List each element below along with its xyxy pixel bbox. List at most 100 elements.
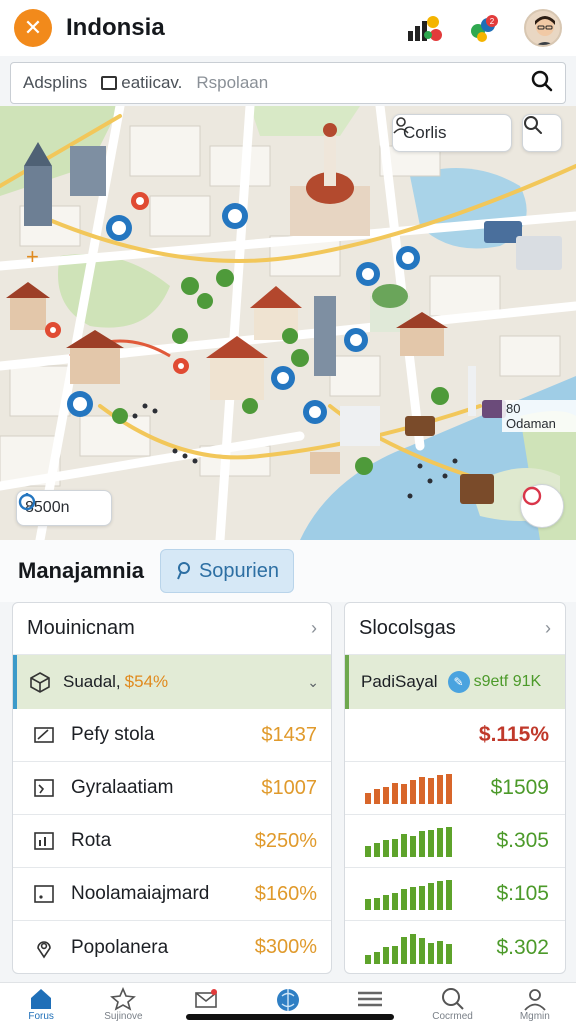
- sparkline-bar: [383, 895, 389, 910]
- nav-explore[interactable]: [258, 987, 318, 1013]
- list-item[interactable]: Noolamaiajmard $160%: [13, 868, 331, 921]
- search-input[interactable]: Rspolaan: [196, 73, 268, 93]
- map-pin-7[interactable]: [271, 366, 295, 390]
- sparkline-bar: [446, 880, 452, 910]
- sparkline-bar: [365, 846, 371, 857]
- stats-row-value: $1509: [490, 776, 549, 799]
- list-item[interactable]: Gyralaatiam $1007: [13, 762, 331, 815]
- nav-profile[interactable]: Mgmin: [505, 987, 565, 1022]
- stats-summary[interactable]: PadiSayal ✎ s9etf 91K: [345, 655, 565, 709]
- tag-icon: ✎: [447, 671, 470, 693]
- sparkline-bar: [401, 936, 407, 964]
- map-pin-9[interactable]: [303, 400, 327, 424]
- wallet-icon: [31, 775, 57, 801]
- people-icon: [393, 117, 409, 134]
- list-item[interactable]: Popolanera $300%: [13, 921, 331, 973]
- summary-label: Suadal,: [63, 672, 121, 691]
- list-item-value: $250%: [254, 829, 317, 852]
- nav-search[interactable]: Cocrmed: [423, 987, 483, 1022]
- search-icon: [524, 116, 542, 134]
- sparkline-bars: [365, 878, 465, 910]
- sparkline-bar: [410, 887, 416, 910]
- list-item-label: Gyralaatiam: [71, 777, 174, 798]
- close-button[interactable]: ✕: [14, 9, 52, 47]
- pin-icon: [31, 935, 57, 961]
- stats-headline-row: $.115%: [345, 709, 565, 762]
- stats-summary-label: PadiSayal: [361, 672, 438, 691]
- stats-row[interactable]: $.302: [345, 921, 565, 973]
- sparkline-bar: [392, 783, 398, 804]
- management-summary[interactable]: Suadal, $54% ⌄: [13, 655, 331, 709]
- search-bar[interactable]: Adsplins eatiicav. Rspolaan: [10, 62, 566, 104]
- map-pin-3[interactable]: [131, 192, 149, 210]
- search-button[interactable]: [531, 70, 553, 97]
- menu-icon: [358, 991, 383, 1007]
- sparkline-bar: [419, 777, 425, 804]
- sparkline-bar: [437, 775, 443, 804]
- map-pin-8[interactable]: [67, 391, 93, 417]
- search-icon: [441, 988, 464, 1010]
- map-pin-5[interactable]: [396, 246, 420, 270]
- nav-menu[interactable]: [340, 987, 400, 1011]
- list-item-label: Noolamaiajmard: [71, 883, 210, 904]
- sparkline-bar: [401, 889, 407, 910]
- pin-icon: [177, 562, 190, 580]
- map-pin-1[interactable]: [106, 215, 132, 241]
- search-filter-label: Adsplins: [23, 73, 88, 92]
- section-header: Manajamnia Sopurien: [0, 540, 576, 602]
- stats-row[interactable]: $.305: [345, 815, 565, 868]
- search-placeholder: Rspolaan: [196, 73, 269, 92]
- sparkline-bar: [365, 793, 371, 804]
- sparkline-bar: [383, 840, 389, 857]
- time-chip[interactable]: 8500n: [16, 490, 112, 526]
- sparkline-bar: [383, 946, 389, 964]
- search-filter-segment[interactable]: Adsplins: [23, 73, 87, 93]
- list-item-label: Popolanera: [71, 936, 169, 958]
- sparkline-bar: [392, 893, 398, 910]
- chart-icon: [31, 828, 57, 854]
- nav-label: Forus: [28, 1011, 54, 1022]
- list-item-value: $160%: [254, 882, 317, 905]
- nav-messages[interactable]: [176, 987, 236, 1011]
- nav-favorites[interactable]: Sujinove: [93, 987, 153, 1022]
- sparkline-bar: [437, 940, 443, 964]
- profile-icon: [524, 989, 546, 1011]
- sparkline-bar: [374, 843, 380, 857]
- search-category-segment[interactable]: eatiicav.: [101, 73, 182, 93]
- list-item[interactable]: Rota $250%: [13, 815, 331, 868]
- stats-row-value: $:105: [496, 882, 549, 905]
- section-action-chip[interactable]: Sopurien: [159, 549, 294, 593]
- sparkline-bar: [410, 933, 416, 964]
- map-search-button[interactable]: [522, 114, 562, 152]
- city-map[interactable]: + Corlis 80 Odaman 8500n: [0, 106, 576, 540]
- places-filter-chip[interactable]: Corlis: [392, 114, 512, 152]
- app-header: ✕ Indonsia 2: [0, 0, 576, 56]
- nav-home[interactable]: Forus: [11, 987, 71, 1022]
- map-pin-2[interactable]: [222, 203, 248, 229]
- star-icon: [110, 987, 137, 1011]
- management-card-header[interactable]: Mouinicnam ›: [13, 603, 331, 655]
- sparkline-bar: [383, 787, 389, 804]
- stats-row[interactable]: $1509: [345, 762, 565, 815]
- record-icon: [522, 486, 542, 506]
- stats-row-value: $.302: [496, 935, 549, 959]
- map-pin-4[interactable]: [356, 262, 380, 286]
- sparkline-bar: [392, 945, 398, 964]
- notifications-icon[interactable]: 2: [468, 13, 502, 43]
- sparkline-bar: [428, 778, 434, 804]
- sparkline-bar: [446, 943, 452, 964]
- stats-row-value: $.305: [496, 829, 549, 852]
- sparkline-bar: [365, 954, 371, 964]
- stats-row[interactable]: $:105: [345, 868, 565, 921]
- map-canvas: +: [0, 106, 576, 540]
- apps-cluster-icon[interactable]: [406, 13, 446, 43]
- map-pin-10[interactable]: [173, 358, 189, 374]
- list-item-value: $300%: [254, 936, 317, 958]
- locate-button[interactable]: [520, 484, 564, 528]
- map-pin-6[interactable]: [344, 328, 368, 352]
- map-pin-11[interactable]: [45, 322, 61, 338]
- stats-card-header[interactable]: Slocolsgas ›: [345, 603, 565, 655]
- list-item-value: $1437: [261, 723, 317, 746]
- list-item[interactable]: Pefy stola $1437: [13, 709, 331, 762]
- avatar[interactable]: [524, 9, 562, 47]
